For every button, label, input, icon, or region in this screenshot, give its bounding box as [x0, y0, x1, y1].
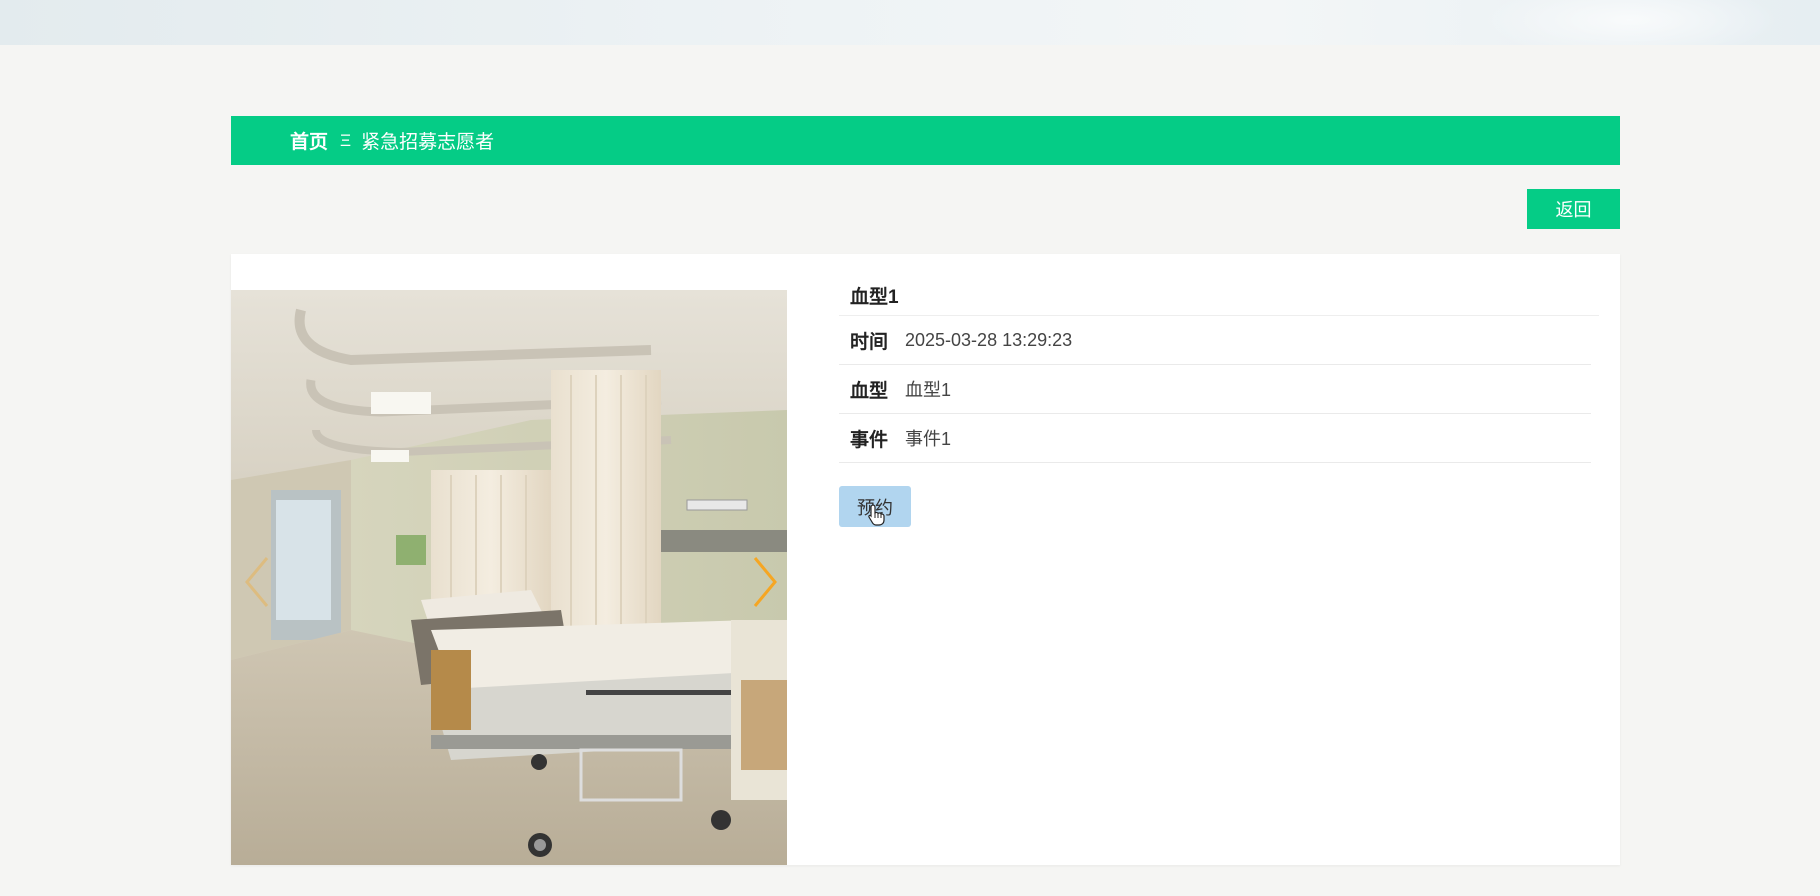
image-carousel[interactable] — [231, 290, 787, 865]
carousel-next-button[interactable] — [747, 552, 783, 612]
breadcrumb-separator-icon: Ξ — [340, 130, 352, 150]
chevron-right-icon — [753, 557, 777, 607]
info-label: 时间 — [850, 331, 889, 353]
top-banner — [0, 0, 1820, 45]
reserve-button[interactable]: 预约 — [839, 486, 911, 527]
info-row-time: 时间 2025-03-28 13:29:23 — [839, 316, 1591, 365]
info-value: 事件1 — [905, 429, 952, 449]
breadcrumb-home-link[interactable]: 首页 — [290, 127, 328, 154]
hand-pointer-icon — [868, 504, 885, 526]
chevron-left-icon — [245, 557, 269, 607]
breadcrumb: 首页 Ξ 紧急招募志愿者 — [231, 116, 1620, 165]
info-value: 血型1 — [905, 380, 952, 400]
info-label: 事件 — [850, 429, 889, 451]
info-row-blood-type: 血型 血型1 — [839, 365, 1591, 414]
info-row-event: 事件 事件1 — [839, 414, 1591, 463]
back-button[interactable]: 返回 — [1527, 189, 1620, 229]
ward-photo — [231, 290, 787, 865]
detail-info: 血型1 时间 2025-03-28 13:29:23 血型 血型1 事件 事件1… — [839, 276, 1599, 527]
info-label: 血型 — [850, 380, 889, 402]
carousel-prev-button[interactable] — [239, 552, 275, 612]
breadcrumb-current: 紧急招募志愿者 — [361, 132, 495, 153]
detail-card: 血型1 时间 2025-03-28 13:29:23 血型 血型1 事件 事件1… — [231, 254, 1620, 865]
detail-title: 血型1 — [839, 276, 1599, 316]
info-value: 2025-03-28 13:29:23 — [905, 329, 1073, 350]
